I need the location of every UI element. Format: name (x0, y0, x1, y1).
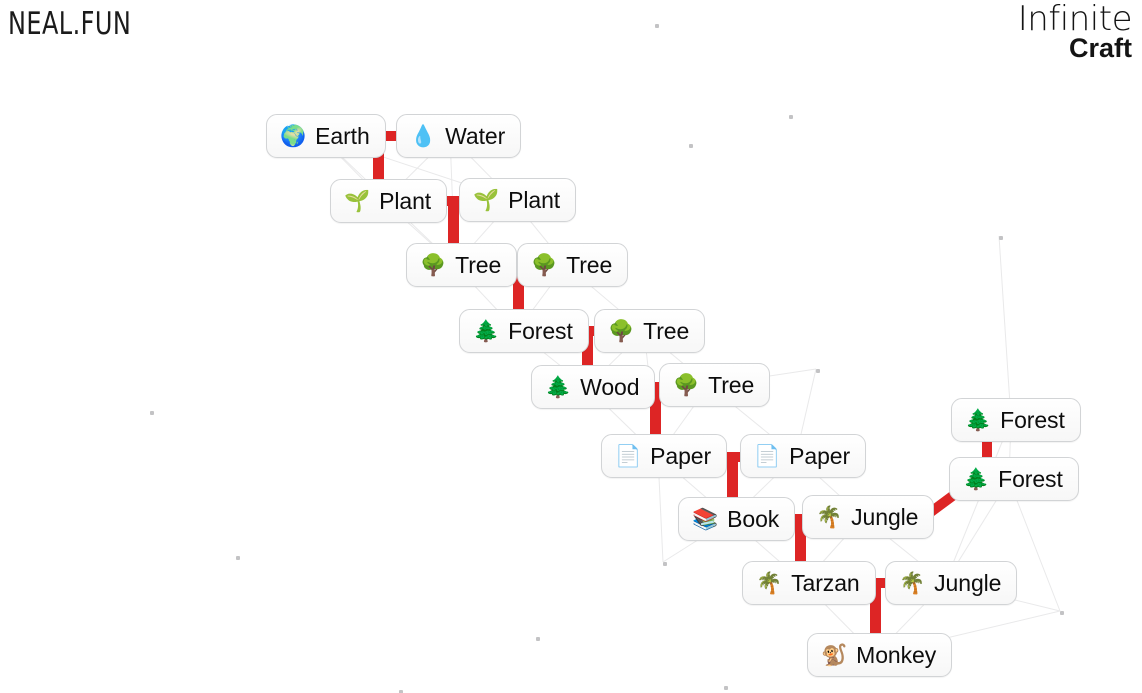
earth-globe-icon: 🌍 (280, 123, 307, 148)
element-chip-jungle1[interactable]: 🌴 Jungle (802, 495, 935, 539)
books-icon: 📚 (692, 506, 719, 531)
background-dot (536, 637, 540, 641)
background-dot (724, 686, 728, 690)
element-chip-label: Tree (708, 371, 755, 398)
page-document-icon: 📄 (754, 443, 781, 468)
water-droplet-icon: 💧 (410, 123, 437, 148)
element-chip-paper1[interactable]: 📄 Paper (601, 434, 728, 478)
element-chip-tree3[interactable]: 🌳 Tree (594, 309, 706, 353)
element-chip-forest3[interactable]: 🌲 Forest (949, 457, 1079, 501)
element-chip-label: Jungle (851, 503, 919, 530)
evergreen-tree-icon: 🌲 (965, 407, 992, 432)
element-chip-paper2[interactable]: 📄 Paper (740, 434, 867, 478)
deciduous-tree-icon: 🌳 (420, 252, 447, 277)
neal-fun-logo[interactable]: NEAL.FUN (8, 6, 131, 42)
background-dot (655, 24, 659, 28)
element-chip-label: Plant (508, 186, 561, 213)
element-chip-label: Monkey (856, 641, 937, 668)
element-chip-tree1[interactable]: 🌳 Tree (406, 243, 518, 287)
background-dot (689, 144, 693, 148)
seedling-icon: 🌱 (344, 188, 371, 213)
element-chip-label: Earth (315, 122, 370, 149)
evergreen-tree-icon: 🌲 (545, 374, 572, 399)
element-chip-jungle2[interactable]: 🌴 Jungle (885, 561, 1018, 605)
deciduous-tree-icon: 🌳 (608, 318, 635, 343)
palm-tree-icon: 🌴 (756, 570, 783, 595)
element-chip-plant1[interactable]: 🌱 Plant (330, 179, 448, 223)
seedling-icon: 🌱 (473, 187, 500, 212)
element-chip-label: Tree (455, 251, 502, 278)
palm-tree-icon: 🌴 (816, 504, 843, 529)
evergreen-tree-icon: 🌲 (963, 466, 990, 491)
background-dot (999, 236, 1003, 240)
infinite-craft-logo: Infinite Craft (1017, 0, 1133, 62)
background-dot (663, 562, 667, 566)
recipe-connector-plant-plant-stem (448, 196, 459, 246)
logo-line-infinite: Infinite (1017, 0, 1133, 39)
element-chip-label: Wood (580, 373, 640, 400)
element-chip-label: Forest (1000, 406, 1065, 433)
element-chip-label: Forest (998, 465, 1063, 492)
evergreen-tree-icon: 🌲 (473, 318, 500, 343)
background-dot (1060, 611, 1064, 615)
element-chip-label: Water (445, 122, 506, 149)
element-chip-book[interactable]: 📚 Book (678, 497, 796, 541)
element-chip-tree2[interactable]: 🌳 Tree (517, 243, 629, 287)
background-dot (150, 411, 154, 415)
element-chip-tarzan[interactable]: 🌴 Tarzan (742, 561, 876, 605)
element-chip-monkey[interactable]: 🐒 Monkey (807, 633, 953, 677)
background-dot (789, 115, 793, 119)
element-chip-plant2[interactable]: 🌱 Plant (459, 178, 577, 222)
element-chip-label: Forest (508, 317, 573, 344)
palm-tree-icon: 🌴 (899, 570, 926, 595)
element-chip-forest2[interactable]: 🌲 Forest (951, 398, 1081, 442)
deciduous-tree-icon: 🌳 (531, 252, 558, 277)
element-chip-label: Plant (379, 187, 432, 214)
background-dot (816, 369, 820, 373)
element-chip-label: Paper (650, 442, 712, 469)
background-dot (236, 556, 240, 560)
element-chip-label: Book (727, 505, 780, 532)
infinite-craft-canvas[interactable]: NEAL.FUN Infinite Craft 🌍 Earth 💧 Water 🌱 Pla… (0, 0, 1142, 693)
element-chip-label: Jungle (934, 569, 1002, 596)
element-chip-wood[interactable]: 🌲 Wood (531, 365, 656, 409)
deciduous-tree-icon: 🌳 (673, 372, 700, 397)
element-chip-water[interactable]: 💧 Water (396, 114, 522, 158)
element-chip-label: Tarzan (791, 569, 860, 596)
element-chip-label: Paper (789, 442, 851, 469)
element-chip-label: Tree (643, 317, 690, 344)
element-chip-label: Tree (566, 251, 613, 278)
element-chip-earth[interactable]: 🌍 Earth (266, 114, 386, 158)
page-document-icon: 📄 (615, 443, 642, 468)
monkey-icon: 🐒 (821, 642, 848, 667)
element-chip-forest1[interactable]: 🌲 Forest (459, 309, 589, 353)
element-chip-tree4[interactable]: 🌳 Tree (659, 363, 771, 407)
recipe-connector-paper-paper-stem (727, 452, 738, 500)
